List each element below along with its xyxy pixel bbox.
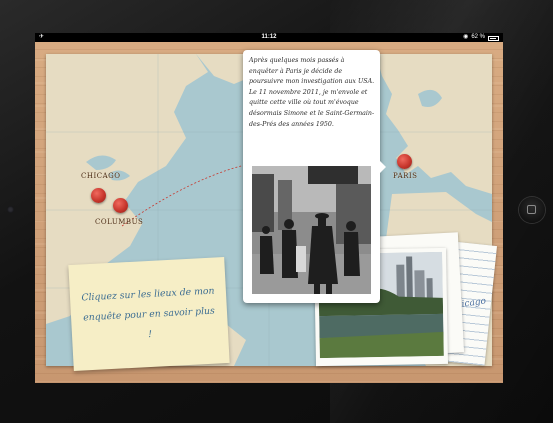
pin-columbus[interactable] bbox=[113, 198, 128, 213]
home-square-icon bbox=[527, 205, 536, 214]
city-label-chicago: CHICAGO bbox=[81, 172, 121, 180]
street-photo-artwork bbox=[252, 166, 371, 294]
status-right: ◉ 62 % bbox=[463, 33, 499, 42]
pin-chicago[interactable] bbox=[91, 188, 106, 203]
instruction-text: Cliquez sur les lieux de mon enquête pou… bbox=[81, 285, 216, 341]
story-popup[interactable]: Après quelques mois passés à enquêter à … bbox=[243, 50, 386, 303]
status-bar: ✈ 11:12 ◉ 62 % bbox=[35, 33, 503, 42]
instruction-note: Cliquez sur les lieux de mon enquête pou… bbox=[68, 256, 230, 372]
pin-paris[interactable] bbox=[397, 154, 412, 169]
popup-arrow bbox=[379, 160, 386, 174]
popup-story-text: Après quelques mois passés à enquêter à … bbox=[249, 57, 375, 128]
front-camera bbox=[7, 206, 14, 213]
paris-street-photo bbox=[252, 166, 371, 294]
battery-icon bbox=[488, 36, 499, 41]
city-label-columbus: COLUMBUS bbox=[95, 218, 144, 226]
lock-rotation-icon: ◉ bbox=[463, 34, 469, 40]
status-time: 11:12 bbox=[261, 34, 277, 40]
app-screen: ✈ 11:12 ◉ 62 % CHICAGO COLUMBUS PARIS Cl… bbox=[35, 33, 503, 383]
city-label-paris: PARIS bbox=[393, 172, 418, 180]
battery-percent: 62 % bbox=[471, 34, 485, 40]
home-button[interactable] bbox=[519, 197, 545, 223]
